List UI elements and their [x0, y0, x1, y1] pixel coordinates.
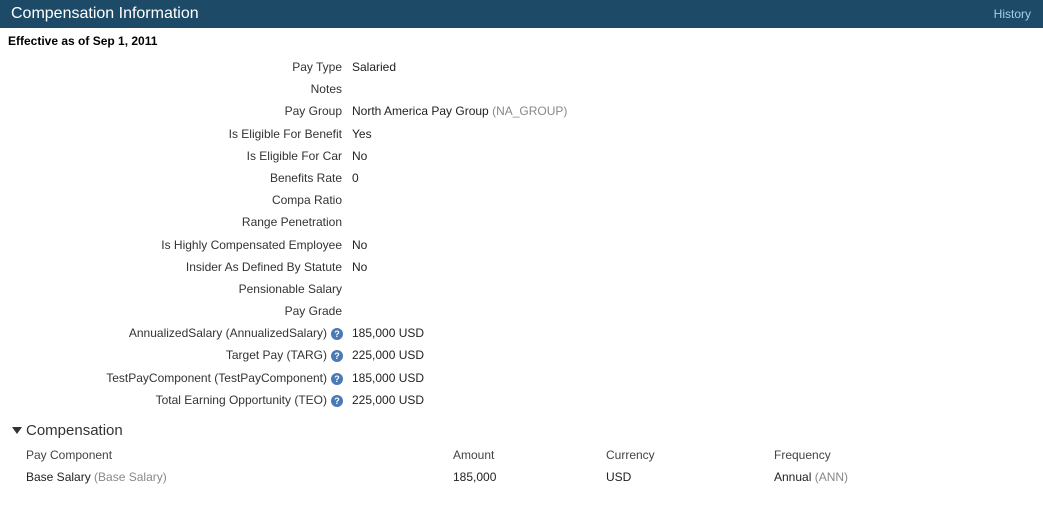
help-icon[interactable]: ?: [331, 394, 343, 407]
field-value: No: [352, 259, 368, 274]
field-label: Pensionable Salary: [238, 281, 342, 296]
field-range-penetration: Range Penetration: [0, 210, 1043, 232]
field-label: Compa Ratio: [271, 193, 342, 208]
field-annualized-salary: AnnualizedSalary (AnnualizedSalary) ? 18…: [0, 321, 1043, 343]
field-value: 185,000 USD: [352, 370, 425, 385]
field-value: 185,000 USD: [352, 326, 425, 341]
field-pensionable-salary: Pensionable Salary: [0, 277, 1043, 299]
amount-cell: 185,000: [453, 470, 497, 484]
frequency-name: Annual: [774, 470, 812, 484]
field-value-wrap: North America Pay Group (NA_GROUP): [352, 104, 567, 118]
field-benefits-rate: Benefits Rate 0: [0, 166, 1043, 188]
collapse-triangle-icon: [12, 427, 22, 434]
field-label: Insider As Defined By Statute: [185, 259, 342, 274]
field-value: Yes: [352, 126, 372, 141]
column-header-amount: Amount: [453, 448, 495, 462]
help-icon[interactable]: ?: [331, 350, 343, 363]
section-title: Compensation: [26, 422, 123, 439]
effective-date: Effective as of Sep 1, 2011: [8, 34, 158, 48]
pay-component-name: Base Salary: [26, 470, 91, 484]
field-value: 225,000 USD: [352, 348, 425, 363]
field-compa-ratio: Compa Ratio: [0, 188, 1043, 210]
field-label: TestPayComponent (TestPayComponent): [106, 370, 327, 385]
field-label: Is Eligible For Benefit: [228, 126, 342, 141]
field-label: Notes: [310, 82, 342, 97]
field-value: No: [352, 148, 368, 163]
help-icon[interactable]: ?: [331, 328, 343, 341]
field-label: Target Pay (TARG): [225, 348, 327, 363]
field-eligible-car: Is Eligible For Car No: [0, 144, 1043, 166]
field-label: Pay Grade: [284, 304, 342, 319]
compensation-section-toggle[interactable]: Compensation: [12, 422, 123, 439]
field-highly-compensated: Is Highly Compensated Employee No: [0, 233, 1043, 255]
currency-cell: USD: [606, 470, 632, 484]
pay-component-code: (Base Salary): [94, 470, 167, 484]
field-total-earning-opportunity: Total Earning Opportunity (TEO) ? 225,00…: [0, 388, 1043, 410]
field-insider: Insider As Defined By Statute No: [0, 255, 1043, 277]
column-header-pay-component: Pay Component: [26, 448, 113, 462]
field-value: No: [352, 237, 368, 252]
field-test-pay-component: TestPayComponent (TestPayComponent) ? 18…: [0, 366, 1043, 388]
field-eligible-benefit: Is Eligible For Benefit Yes: [0, 122, 1043, 144]
field-label: Is Highly Compensated Employee: [161, 237, 342, 252]
field-pay-grade: Pay Grade: [0, 299, 1043, 321]
frequency-code: (ANN): [814, 470, 849, 484]
field-value: 0: [352, 170, 359, 185]
field-value: 225,000 USD: [352, 392, 425, 407]
column-header-frequency: Frequency: [774, 448, 831, 462]
field-label: Is Eligible For Car: [246, 148, 342, 163]
field-pay-type: Pay Type Salaried: [0, 55, 1043, 77]
field-label: Pay Group: [284, 104, 342, 119]
field-label: Total Earning Opportunity (TEO): [155, 392, 327, 407]
frequency-cell: Annual (ANN): [774, 470, 848, 484]
field-list: Pay Type Salaried Notes Pay Group North …: [0, 55, 1043, 410]
field-pay-group: Pay Group North America Pay Group (NA_GR…: [0, 99, 1043, 121]
field-value: Salaried: [352, 60, 397, 74]
page-header: Compensation Information History: [0, 0, 1043, 28]
page-title: Compensation Information: [11, 5, 199, 22]
field-value: North America Pay Group: [352, 104, 489, 119]
field-label: AnnualizedSalary (AnnualizedSalary): [128, 326, 327, 341]
field-label: Range Penetration: [241, 215, 342, 230]
field-notes: Notes: [0, 77, 1043, 99]
field-label: Pay Type: [292, 60, 342, 74]
pay-component-cell: Base Salary (Base Salary): [26, 470, 167, 484]
help-icon[interactable]: ?: [331, 372, 343, 385]
field-label: Benefits Rate: [269, 170, 342, 185]
field-code: (NA_GROUP): [492, 104, 568, 119]
column-header-currency: Currency: [606, 448, 655, 462]
history-link[interactable]: History: [994, 7, 1031, 21]
field-target-pay: Target Pay (TARG) ? 225,000 USD: [0, 343, 1043, 365]
